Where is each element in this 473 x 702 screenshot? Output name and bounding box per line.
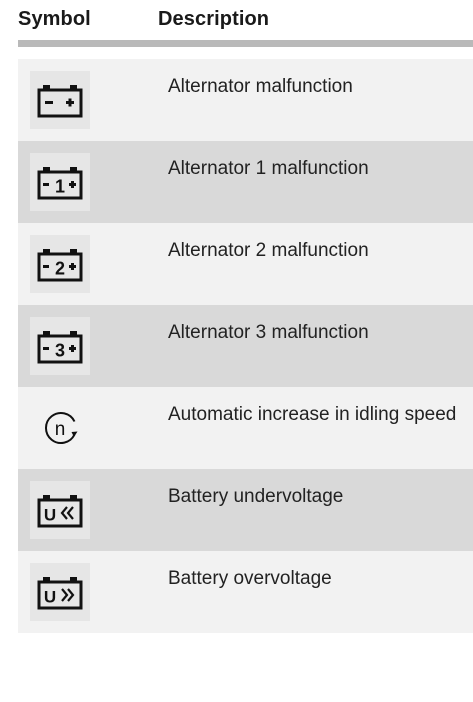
battery-number: 3 [55, 341, 65, 361]
row-description: Automatic increase in idling speed [168, 404, 457, 425]
table-header: Symbol Description [18, 0, 473, 47]
battery-letter: U [44, 506, 56, 525]
row-description: Alternator 1 malfunction [168, 158, 369, 179]
table-row: 3 Alternator 3 malfunction [18, 305, 473, 387]
table-row: n Automatic increase in idling speed [18, 387, 473, 469]
battery-minus-plus-icon [30, 71, 90, 129]
battery-undervoltage-icon: U [30, 481, 90, 539]
table-row: 1 Alternator 1 malfunction [18, 141, 473, 223]
table-row: 2 Alternator 2 malfunction [18, 223, 473, 305]
table-row: Alternator malfunction [18, 59, 473, 141]
battery-number: 2 [55, 259, 65, 279]
row-description: Alternator 2 malfunction [168, 240, 369, 261]
row-description: Battery overvoltage [168, 568, 332, 589]
column-header-symbol: Symbol [18, 8, 91, 30]
table-body: Alternator malfunction 1 Alternator 1 ma… [18, 59, 473, 633]
idle-speed-letter: n [55, 419, 66, 440]
battery-2-icon: 2 [30, 235, 90, 293]
battery-letter: U [44, 588, 56, 607]
row-description: Alternator malfunction [168, 76, 353, 97]
battery-overvoltage-icon: U [30, 563, 90, 621]
idle-speed-n-icon: n [30, 399, 90, 457]
column-header-description: Description [158, 8, 270, 30]
header-rule [18, 40, 473, 47]
row-description: Battery undervoltage [168, 486, 344, 507]
battery-3-icon: 3 [30, 317, 90, 375]
battery-1-icon: 1 [30, 153, 90, 211]
battery-number: 1 [55, 177, 65, 197]
table-row: U Battery undervoltage [18, 469, 473, 551]
symbol-table: Symbol Description Alternator malfunctio… [18, 0, 473, 633]
table-row: U Battery overvoltage [18, 551, 473, 633]
row-description: Alternator 3 malfunction [168, 322, 369, 343]
